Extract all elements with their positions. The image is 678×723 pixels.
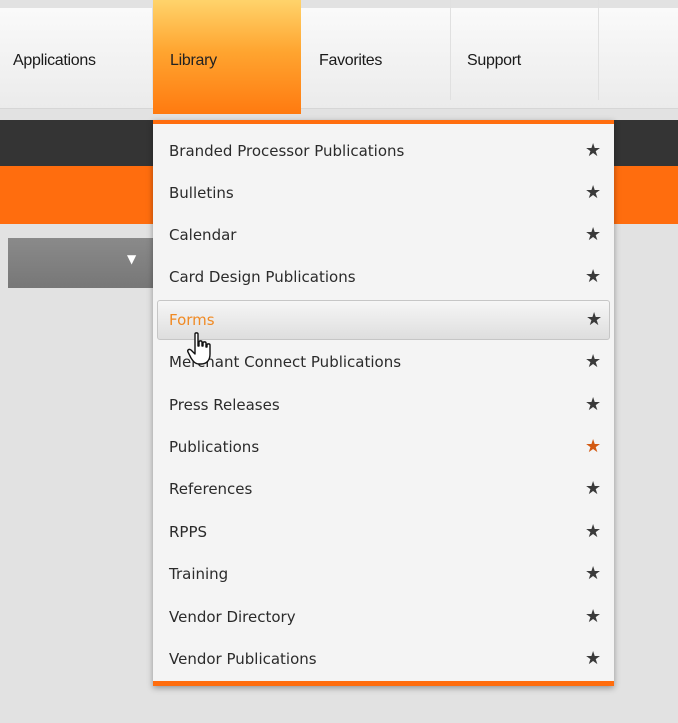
star-icon[interactable]: ★: [585, 478, 601, 499]
menu-item-merchant-connect-publications[interactable]: Merchant Connect Publications ★: [153, 343, 614, 383]
hand-cursor-icon: [187, 332, 211, 365]
menu-item-label: Press Releases: [169, 396, 280, 414]
menu-item-vendor-publications[interactable]: Vendor Publications ★: [153, 640, 614, 680]
star-icon[interactable]: ★: [585, 140, 601, 161]
menu-item-label: Vendor Directory: [169, 608, 296, 626]
menu-item-training[interactable]: Training ★: [153, 555, 614, 595]
star-icon[interactable]: ★: [585, 563, 601, 584]
menu-item-calendar[interactable]: Calendar ★: [153, 216, 614, 256]
menu-item-label: Card Design Publications: [169, 268, 356, 286]
menu-item-label: Calendar: [169, 226, 237, 244]
star-icon[interactable]: ★: [585, 606, 601, 627]
star-icon[interactable]: ★: [585, 436, 601, 457]
nav-label: Applications: [13, 52, 96, 69]
menu-item-card-design-publications[interactable]: Card Design Publications ★: [153, 258, 614, 298]
star-icon[interactable]: ★: [585, 182, 601, 203]
nav-label: Favorites: [319, 52, 383, 69]
nav-item-favorites[interactable]: Favorites: [301, 0, 451, 100]
nav-item-support[interactable]: Support: [451, 0, 599, 100]
menu-item-label: Bulletins: [169, 184, 234, 202]
caret-down-icon: ▼: [127, 252, 137, 266]
menu-item-branded-processor-publications[interactable]: Branded Processor Publications ★: [153, 132, 614, 172]
library-dropdown-menu: Branded Processor Publications ★ Bulleti…: [153, 120, 614, 686]
menu-item-publications[interactable]: Publications ★: [153, 428, 614, 468]
menu-item-label: Publications: [169, 438, 260, 456]
star-icon[interactable]: ★: [585, 648, 601, 669]
menu-item-vendor-directory[interactable]: Vendor Directory ★: [153, 598, 614, 638]
menu-item-label: RPPS: [169, 523, 208, 541]
nav-label: Support: [467, 52, 521, 69]
nav-item-applications[interactable]: Applications: [0, 0, 153, 100]
star-icon[interactable]: ★: [585, 351, 601, 372]
menu-item-label: Vendor Publications: [169, 650, 317, 668]
star-icon[interactable]: ★: [585, 521, 601, 542]
menu-item-label: References: [169, 480, 253, 498]
menu-item-label: Branded Processor Publications: [169, 142, 405, 160]
menu-item-bulletins[interactable]: Bulletins ★: [153, 174, 614, 214]
filter-select[interactable]: ▼: [8, 238, 155, 288]
menu-item-press-releases[interactable]: Press Releases ★: [153, 386, 614, 426]
star-icon[interactable]: ★: [586, 309, 602, 330]
menu-item-label: Training: [169, 565, 229, 583]
nav-label: Library: [170, 52, 217, 69]
star-icon[interactable]: ★: [585, 266, 601, 287]
star-icon[interactable]: ★: [585, 224, 601, 245]
menu-item-forms[interactable]: Forms ★: [157, 300, 610, 340]
nav-item-library[interactable]: Library: [153, 0, 301, 114]
menu-item-label: Forms: [169, 311, 215, 329]
star-icon[interactable]: ★: [585, 394, 601, 415]
menu-item-rpps[interactable]: RPPS ★: [153, 513, 614, 553]
menu-item-references[interactable]: References ★: [153, 470, 614, 510]
